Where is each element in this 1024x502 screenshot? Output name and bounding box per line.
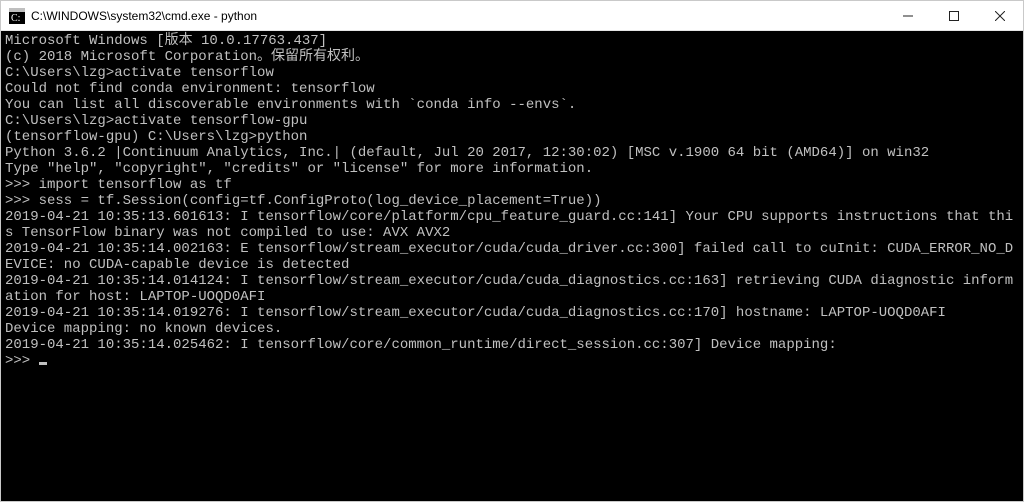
terminal-line: 2019-04-21 10:35:14.014124: I tensorflow… — [5, 273, 1019, 305]
terminal-line: Type "help", "copyright", "credits" or "… — [5, 161, 1019, 177]
terminal-line: (c) 2018 Microsoft Corporation。保留所有权利。 — [5, 49, 1019, 65]
cmd-window: C: C:\WINDOWS\system32\cmd.exe - python … — [0, 0, 1024, 502]
cursor — [39, 362, 47, 365]
titlebar[interactable]: C: C:\WINDOWS\system32\cmd.exe - python — [1, 1, 1023, 31]
terminal-line: 2019-04-21 10:35:14.019276: I tensorflow… — [5, 305, 1019, 321]
terminal-line: Could not find conda environment: tensor… — [5, 81, 1019, 97]
terminal-line: >>> import tensorflow as tf — [5, 177, 1019, 193]
terminal-line: 2019-04-21 10:35:13.601613: I tensorflow… — [5, 209, 1019, 241]
terminal-line: Device mapping: no known devices. — [5, 321, 1019, 337]
terminal-prompt[interactable]: >>> — [5, 353, 1019, 369]
terminal-line: 2019-04-21 10:35:14.025462: I tensorflow… — [5, 337, 1019, 353]
terminal-line: C:\Users\lzg>activate tensorflow — [5, 65, 1019, 81]
terminal-output[interactable]: Microsoft Windows [版本 10.0.17763.437](c)… — [1, 31, 1023, 501]
window-buttons — [885, 1, 1023, 30]
minimize-button[interactable] — [885, 1, 931, 30]
window-title: C:\WINDOWS\system32\cmd.exe - python — [31, 9, 257, 23]
terminal-line: You can list all discoverable environmen… — [5, 97, 1019, 113]
maximize-button[interactable] — [931, 1, 977, 30]
terminal-line: Python 3.6.2 |Continuum Analytics, Inc.|… — [5, 145, 1019, 161]
terminal-line: (tensorflow-gpu) C:\Users\lzg>python — [5, 129, 1019, 145]
terminal-line: >>> sess = tf.Session(config=tf.ConfigPr… — [5, 193, 1019, 209]
terminal-line: Microsoft Windows [版本 10.0.17763.437] — [5, 33, 1019, 49]
svg-text:C:: C: — [11, 13, 20, 24]
close-button[interactable] — [977, 1, 1023, 30]
cmd-icon: C: — [9, 8, 25, 24]
terminal-line: C:\Users\lzg>activate tensorflow-gpu — [5, 113, 1019, 129]
terminal-line: 2019-04-21 10:35:14.002163: E tensorflow… — [5, 241, 1019, 273]
